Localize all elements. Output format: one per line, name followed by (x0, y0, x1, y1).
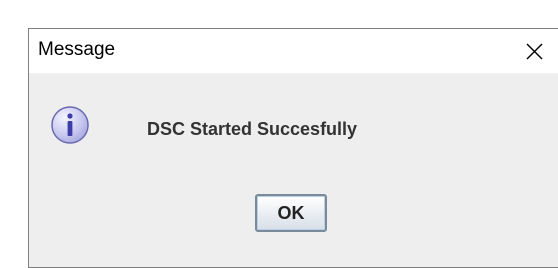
close-icon (526, 43, 542, 59)
dialog-message: DSC Started Succesfully (147, 119, 358, 139)
info-icon (51, 106, 89, 144)
dialog-titlebar[interactable]: Message (29, 29, 558, 73)
message-dialog: Message DSC Started Succesfully OK (28, 28, 558, 268)
close-button[interactable] (512, 31, 556, 71)
ok-button[interactable]: OK (255, 194, 327, 232)
dialog-title: Message (38, 39, 116, 60)
